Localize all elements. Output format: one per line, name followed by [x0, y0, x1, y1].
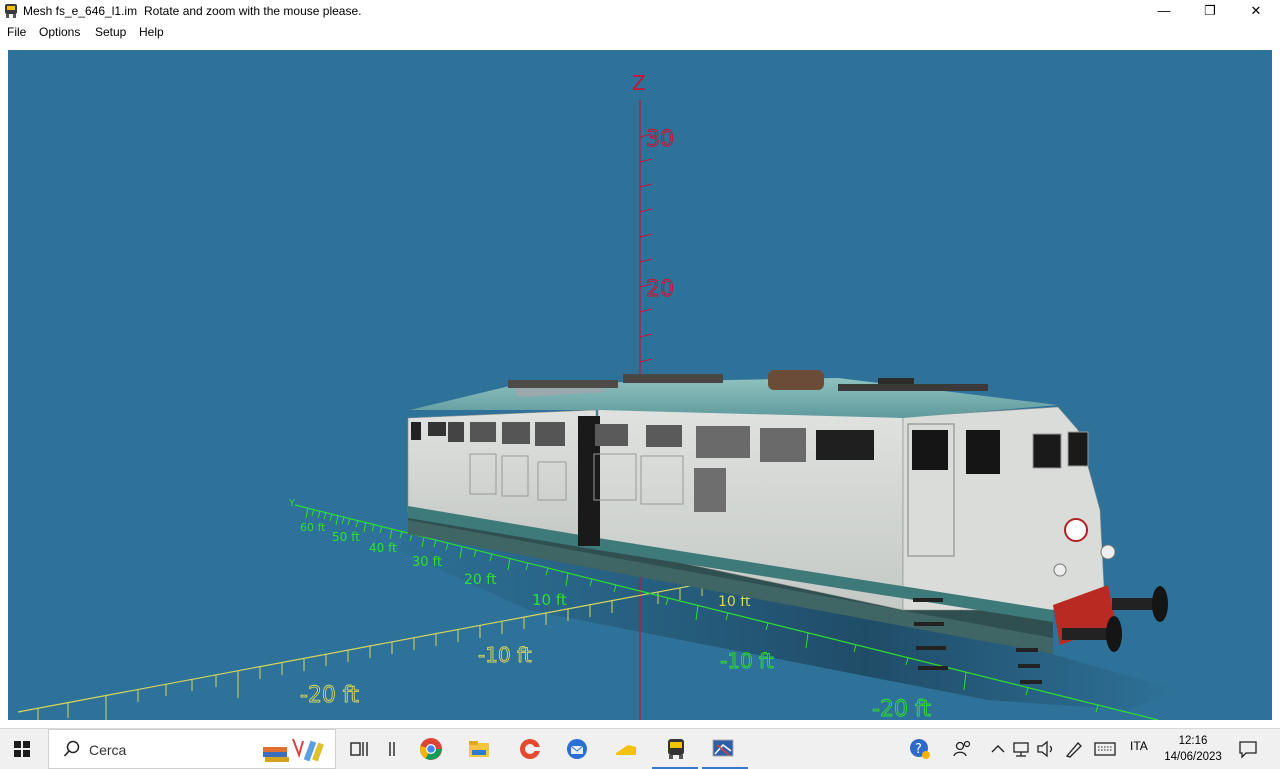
- chevron-up-icon[interactable]: [986, 737, 1010, 761]
- task-view-icon[interactable]: [348, 737, 372, 761]
- file-explorer-icon[interactable]: [467, 737, 491, 761]
- volume-icon[interactable]: [1034, 737, 1058, 761]
- svg-text:?: ?: [915, 742, 922, 757]
- title-bar: Mesh fs_e_646_l1.im Rotate and zoom with…: [0, 0, 1280, 22]
- y-tick-label-10ft: 10 ft: [532, 591, 567, 609]
- help-icon[interactable]: ?: [908, 737, 932, 761]
- clock-date: 14/06/2023: [1164, 751, 1222, 763]
- mesh-viewport[interactable]: Z 30 20 10 ft -10 ft -20 ft Y 60 ft 50 f…: [8, 50, 1272, 720]
- train-app-icon-taskbar[interactable]: [664, 737, 688, 761]
- z-tick-label-20: 20: [646, 277, 674, 302]
- sticky-icon[interactable]: [614, 737, 638, 761]
- train-app-icon: [5, 4, 17, 18]
- window-hint: Rotate and zoom with the mouse please.: [144, 4, 362, 18]
- ccleaner-icon[interactable]: [518, 737, 542, 761]
- clock[interactable]: 12:16 14/06/2023: [1162, 733, 1224, 765]
- search-highlight-icon: [263, 738, 324, 762]
- menu-help[interactable]: Help: [139, 25, 164, 39]
- menu-options[interactable]: Options: [39, 25, 80, 39]
- notification-icon[interactable]: [1236, 737, 1260, 761]
- mesh-viewer-icon[interactable]: [711, 737, 735, 761]
- pen-icon[interactable]: [1062, 737, 1086, 761]
- menu-setup[interactable]: Setup: [95, 25, 126, 39]
- y-tick-label-minus10ft: -10 ft: [720, 649, 774, 673]
- search-placeholder: Cerca: [89, 742, 127, 758]
- keyboard-icon[interactable]: [1093, 737, 1117, 761]
- y-tick-label-30ft: 30 ft: [412, 555, 442, 570]
- y-tick-label-60ft: 60 ft: [300, 521, 326, 534]
- pipe-divider-icon: [389, 742, 395, 756]
- taskbar-search-box[interactable]: Cerca: [48, 729, 336, 769]
- x-tick-label-minus10ft: -10 ft: [478, 643, 532, 667]
- network-icon[interactable]: [1010, 737, 1034, 761]
- z-tick-label-30: 30: [646, 127, 674, 152]
- minimize-button[interactable]: —: [1141, 0, 1187, 22]
- people-icon[interactable]: [950, 737, 974, 761]
- y-tick-label-40ft: 40 ft: [369, 541, 397, 555]
- thunderbird-icon[interactable]: [565, 737, 589, 761]
- clock-time: 12:16: [1178, 735, 1208, 747]
- y-tick-label-20ft: 20 ft: [464, 572, 497, 588]
- window-title: Mesh fs_e_646_l1.im: [23, 4, 138, 18]
- y-tick-label-50ft: 50 ft: [332, 530, 360, 544]
- taskbar: Cerca ? ITA 12:16 14/06/2023: [0, 728, 1280, 769]
- maximize-button[interactable]: ❐: [1187, 0, 1233, 22]
- y-axis-label: Y: [288, 498, 296, 509]
- windows-start-icon[interactable]: [14, 741, 30, 757]
- close-button[interactable]: ✕: [1233, 0, 1279, 22]
- search-icon: [63, 740, 80, 757]
- y-tick-label-minus20ft: -20 ft: [872, 697, 931, 720]
- menu-file[interactable]: File: [7, 25, 26, 39]
- menu-bar: File Options Setup Help: [0, 22, 1280, 42]
- chrome-icon[interactable]: [419, 737, 443, 761]
- x-tick-label-minus20ft: -20 ft: [300, 683, 359, 708]
- z-axis-label: Z: [632, 71, 646, 95]
- language-indicator[interactable]: ITA: [1130, 739, 1148, 753]
